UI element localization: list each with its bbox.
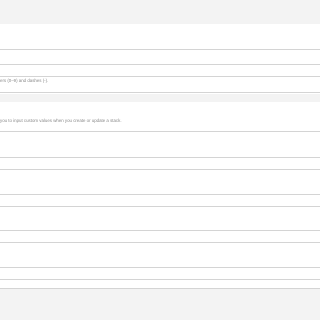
parameter-input-2-bottom-border <box>0 206 320 207</box>
parameter-input-4[interactable] <box>0 267 320 279</box>
parameter-input-1[interactable] <box>0 157 320 169</box>
parameters-description: you to input custom values when you crea… <box>0 118 122 123</box>
stack-name-constraint-hint: ers (0–9) and dashes (-). <box>0 78 49 83</box>
stack-name-input-top-border <box>0 64 320 65</box>
parameter-input-1-bottom-border <box>0 169 320 170</box>
section-divider <box>0 92 320 93</box>
stack-details-page: ers (0–9) and dashes (-). you to input c… <box>0 0 320 320</box>
parameter-input-3[interactable] <box>0 230 320 242</box>
parameter-input-2-top-border <box>0 194 320 195</box>
parameter-input-3-bottom-border <box>0 242 320 243</box>
parameter-input-1-top-border <box>0 157 320 158</box>
top-header-band <box>0 0 320 24</box>
bottom-band <box>0 289 320 320</box>
parameter-input-3-top-border <box>0 230 320 231</box>
stack-name-input[interactable] <box>0 64 320 76</box>
section-gap <box>0 94 320 102</box>
section-divider <box>0 131 320 132</box>
parameter-input-4-top-border <box>0 267 320 268</box>
section-header <box>0 24 320 49</box>
parameter-input-2[interactable] <box>0 194 320 206</box>
parameter-input-4-bottom-border <box>0 279 320 280</box>
stack-name-input-bottom-border <box>0 76 320 77</box>
section-divider <box>0 49 320 50</box>
